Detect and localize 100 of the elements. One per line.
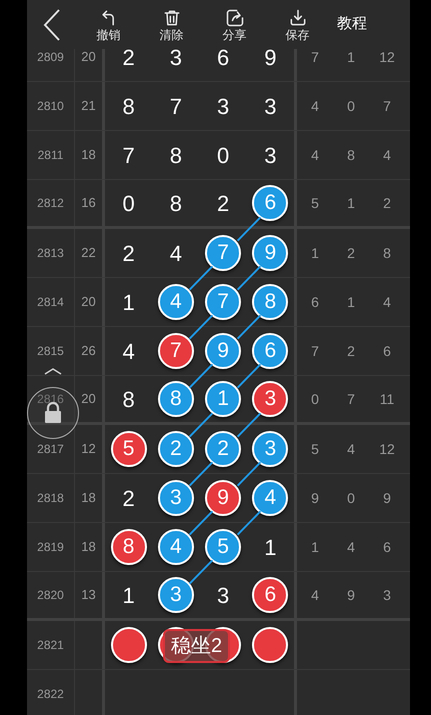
trend-line [236, 412, 262, 438]
sum-value: 20 [81, 390, 96, 408]
sum-value: 20 [81, 293, 96, 312]
trend-line [188, 510, 214, 536]
sum-value: 20 [81, 49, 96, 66]
issue-number: 2811 [38, 147, 64, 164]
trend-line [236, 266, 262, 290]
toolbar-button[interactable]: 清除 [140, 8, 203, 42]
stat-value: 2 [347, 342, 355, 360]
lock-button[interactable] [27, 387, 79, 439]
trend-line [236, 216, 262, 242]
digit: 1 [264, 534, 276, 562]
issue-number: 2822 [37, 686, 64, 703]
issue-number: 2814 [37, 294, 64, 311]
stat-value: 7 [311, 342, 319, 360]
issue-number: 2817 [37, 441, 64, 458]
back-icon [42, 8, 62, 42]
stat-value: 5 [311, 440, 319, 458]
stat-value: 4 [383, 146, 391, 164]
stat-value: 8 [383, 244, 391, 262]
digit: 7 [122, 142, 135, 170]
sum-value: 22 [81, 244, 96, 262]
issue-number: 2819 [37, 539, 64, 556]
stat-value: 7 [311, 49, 319, 66]
sum-value: 26 [81, 342, 96, 360]
stat-value: 1 [311, 538, 319, 556]
trend-line [188, 412, 214, 438]
stat-value: 1 [347, 194, 355, 212]
digit: 1 [122, 582, 135, 610]
download-icon [288, 8, 308, 28]
stat-value: 6 [311, 292, 319, 312]
trend-line [236, 462, 262, 486]
stat-value: 4 [311, 96, 319, 116]
toolbar-button[interactable]: 分享 [203, 8, 266, 42]
digit: 6 [217, 49, 230, 72]
trend-line [236, 314, 262, 340]
sum-value: 12 [81, 440, 96, 458]
stat-value: 4 [347, 440, 355, 458]
digit: 3 [170, 49, 182, 72]
issue-number: 2820 [37, 587, 64, 604]
issue-number: 2815 [37, 343, 64, 360]
stat-value: 3 [383, 586, 391, 604]
digit: 4 [170, 240, 182, 268]
digit: 8 [170, 142, 182, 170]
stat-value: 4 [347, 538, 355, 556]
stat-value: 5 [311, 194, 319, 212]
stat-value: 6 [383, 538, 391, 556]
stat-value: 4 [311, 146, 319, 164]
issue-number: 2816 [37, 391, 64, 408]
stat-value: 8 [347, 146, 355, 164]
trend-line [188, 314, 214, 340]
digit: 3 [264, 92, 276, 120]
sum-value: 13 [81, 586, 96, 604]
sum-value: 21 [81, 97, 96, 116]
stat-value: 6 [383, 342, 391, 360]
stat-value: 9 [347, 586, 355, 604]
issue-number: 2809 [37, 49, 64, 66]
sum-value: 18 [81, 489, 96, 508]
stat-value: 1 [347, 49, 355, 66]
stat-value: 7 [347, 390, 355, 408]
issue-number: 2812 [37, 195, 64, 212]
issue-number: 2810 [37, 98, 64, 115]
sum-value: 18 [81, 146, 96, 164]
digit: 3 [217, 92, 230, 120]
digit: 3 [264, 142, 276, 170]
tutorial-button[interactable]: 教程 [337, 13, 367, 36]
digit: 8 [122, 386, 135, 414]
digit: 1 [122, 288, 135, 316]
stat-value: 0 [347, 96, 355, 116]
toolbar-button[interactable]: 保存 [266, 8, 329, 42]
digit: 9 [264, 49, 276, 72]
trend-line [188, 364, 214, 388]
issue-number: 2818 [37, 490, 64, 507]
stat-value: 7 [383, 96, 391, 116]
digit: 3 [217, 582, 230, 610]
toolbar-button[interactable]: 撤销 [77, 8, 140, 42]
digit: 0 [122, 190, 135, 218]
tag-label: 稳坐2 [163, 629, 230, 663]
issue-number: 2813 [37, 245, 64, 262]
stat-value: 11 [380, 390, 394, 408]
digit: 2 [122, 484, 135, 512]
stat-value: 9 [311, 488, 319, 508]
sum-value: 18 [81, 538, 96, 556]
issue-number: 2821 [37, 637, 64, 654]
stat-value: 4 [311, 586, 319, 604]
stat-value: 0 [311, 390, 319, 408]
trend-line [188, 560, 214, 584]
digit: 2 [217, 190, 230, 218]
digit: 2 [122, 240, 135, 268]
digit: 8 [170, 190, 182, 218]
stat-value: 2 [347, 244, 355, 262]
digit: 0 [217, 142, 230, 170]
trend-line [188, 266, 214, 290]
sum-value: 16 [81, 194, 96, 212]
stat-value: 1 [311, 244, 319, 262]
digit: 4 [122, 338, 135, 366]
digit: 8 [122, 92, 135, 120]
digit: 2 [122, 49, 135, 72]
stat-value: 12 [379, 440, 395, 458]
stat-value: 4 [383, 292, 391, 312]
